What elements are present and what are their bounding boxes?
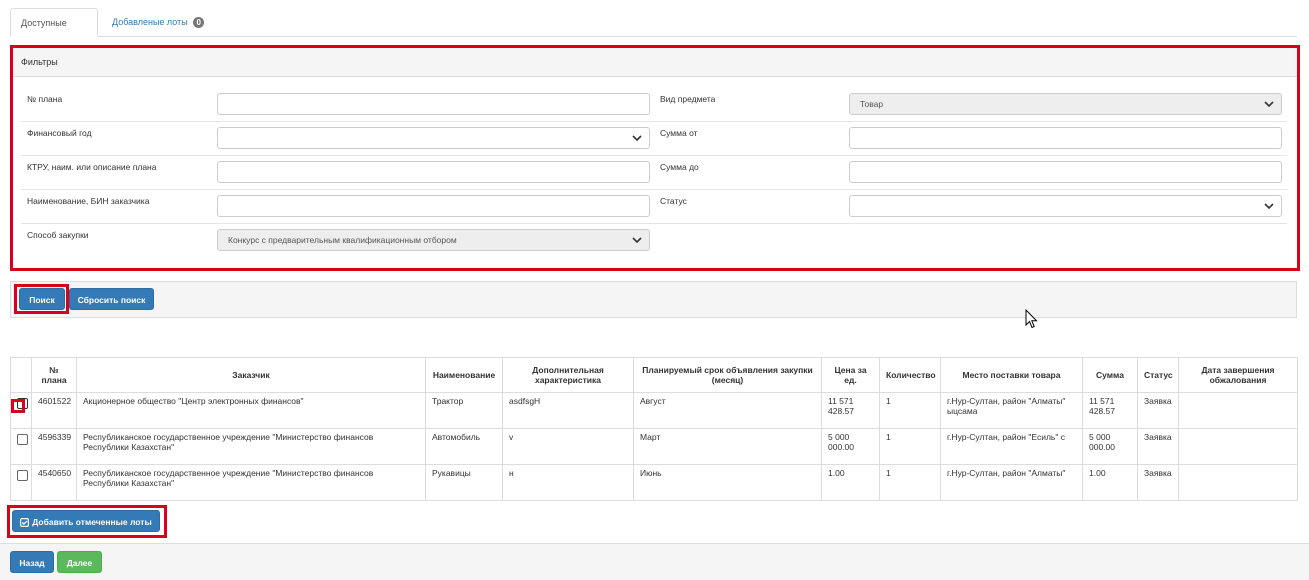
sum-cell: 5 000 000.00 <box>1082 428 1138 465</box>
table-header-row: № плана Заказчик Наименование Дополнител… <box>10 357 1298 393</box>
column-header: Планируемый срок объявления закупки (мес… <box>633 357 822 393</box>
plan-cell: 4596339 <box>31 428 77 465</box>
month-cell: Август <box>633 392 822 429</box>
row-checkbox[interactable] <box>17 470 28 481</box>
add-button-highlight <box>7 505 167 538</box>
extra-cell: asdfsgH <box>502 392 634 429</box>
tab-bar: Доступные лоты Добавленые лоты 0 <box>10 8 1297 56</box>
select-cell <box>10 428 32 465</box>
select-cell <box>10 392 32 429</box>
mouse-cursor-icon <box>1025 309 1038 329</box>
select-cell <box>10 464 32 501</box>
plan-cell: 4601522 <box>31 392 77 429</box>
customer-cell: Республиканское государственное учрежден… <box>76 464 426 501</box>
month-cell: Март <box>633 428 822 465</box>
customer-cell: Акционерное общество "Центр электронных … <box>76 392 426 429</box>
price-cell: 11 571 428.57 <box>821 392 880 429</box>
table-row: 4540650 Республиканское государственное … <box>10 464 1298 501</box>
tab-added-label: Добавленые лоты <box>112 17 188 27</box>
column-header: Сумма <box>1082 357 1138 393</box>
column-header: Место поставки товара <box>940 357 1083 393</box>
plan-cell: 4540650 <box>31 464 77 501</box>
column-header: № плана <box>31 357 77 393</box>
place-cell: г.Нур-Султан, район "Алматы" <box>940 464 1083 501</box>
lots-table: № плана Заказчик Наименование Дополнител… <box>10 357 1298 501</box>
column-header: Статус <box>1137 357 1179 393</box>
column-header: Дата завершения обжалования <box>1178 357 1298 393</box>
filters-highlight <box>10 45 1300 271</box>
appeal-cell <box>1178 464 1298 501</box>
column-header: Количество <box>879 357 941 393</box>
table-row: 4601522 Акционерное общество "Центр элек… <box>10 392 1298 429</box>
checkbox-highlight <box>11 399 25 413</box>
table-row: 4596339 Республиканское государственное … <box>10 428 1298 465</box>
tab-available-lots[interactable]: Доступные лоты <box>10 8 98 56</box>
column-header: Цена за ед. <box>821 357 880 393</box>
status-cell: Заявка <box>1137 464 1179 501</box>
name-cell: Рукавицы <box>425 464 503 501</box>
column-header: Дополнительная характеристика <box>502 357 634 393</box>
place-cell: г.Нур-Султан, район "Алматы" ыцсама <box>940 392 1083 429</box>
price-cell: 1.00 <box>821 464 880 501</box>
appeal-cell <box>1178 428 1298 465</box>
column-header: Заказчик <box>76 357 426 393</box>
tab-added-lots[interactable]: Добавленые лоты 0 <box>102 8 214 37</box>
search-button-bar <box>10 281 1297 318</box>
appeal-cell <box>1178 392 1298 429</box>
back-button[interactable]: Назад <box>10 551 54 573</box>
extra-cell: v <box>502 428 634 465</box>
name-cell: Автомобиль <box>425 428 503 465</box>
qty-cell: 1 <box>879 464 941 501</box>
month-cell: Июнь <box>633 464 822 501</box>
price-cell: 5 000 000.00 <box>821 428 880 465</box>
name-cell: Трактор <box>425 392 503 429</box>
added-count-badge: 0 <box>193 17 205 28</box>
column-header <box>10 357 32 393</box>
place-cell: г.Нур-Султан, район "Есиль" с <box>940 428 1083 465</box>
row-checkbox[interactable] <box>17 434 28 445</box>
status-cell: Заявка <box>1137 428 1179 465</box>
extra-cell: н <box>502 464 634 501</box>
reset-search-button[interactable]: Сбросить поиск <box>69 288 154 310</box>
footer-bar <box>0 543 1309 580</box>
customer-cell: Республиканское государственное учрежден… <box>76 428 426 465</box>
qty-cell: 1 <box>879 428 941 465</box>
next-button[interactable]: Далее <box>57 551 102 573</box>
search-highlight <box>14 284 69 314</box>
status-cell: Заявка <box>1137 392 1179 429</box>
column-header: Наименование <box>425 357 503 393</box>
sum-cell: 1.00 <box>1082 464 1138 501</box>
sum-cell: 11 571 428.57 <box>1082 392 1138 429</box>
qty-cell: 1 <box>879 392 941 429</box>
